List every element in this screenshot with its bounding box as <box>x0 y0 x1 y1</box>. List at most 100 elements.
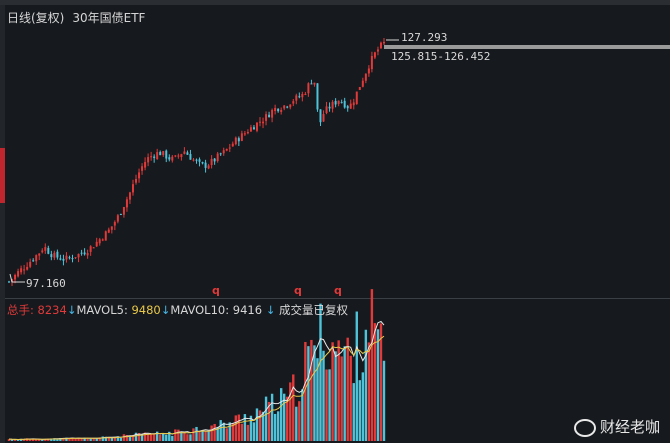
candle-body <box>89 246 92 252</box>
candle-body <box>128 192 131 200</box>
volume-bar <box>310 339 313 441</box>
candle-body <box>110 226 113 230</box>
candle-body <box>101 239 104 241</box>
candle-body <box>135 178 138 183</box>
candle-body <box>92 247 95 249</box>
candle-body <box>8 281 10 283</box>
candle-body <box>165 150 168 159</box>
candle-body <box>50 254 53 258</box>
current-range-bar <box>384 45 670 49</box>
candle-body <box>47 247 50 254</box>
candle-body <box>231 143 234 147</box>
candle-body <box>17 271 20 277</box>
candle-body <box>29 261 32 267</box>
weibo-icon <box>573 418 596 437</box>
volume-bar <box>264 396 268 441</box>
candle-body <box>292 101 295 104</box>
volume-bar <box>219 420 222 441</box>
total-value: 8234 <box>37 303 67 317</box>
volume-bar <box>273 413 277 441</box>
candle-body <box>198 159 201 162</box>
volume-bar <box>180 432 183 441</box>
volume-bar <box>213 423 216 441</box>
volume-bar <box>370 289 374 441</box>
candle-body <box>319 109 322 123</box>
candle-body <box>201 162 204 164</box>
volume-bar <box>343 346 346 441</box>
volume-bar <box>298 401 301 441</box>
candle-body <box>370 55 373 70</box>
volume-bar <box>358 380 362 441</box>
candle-body <box>243 133 246 135</box>
candle-body <box>313 82 316 85</box>
candle-body <box>210 158 213 166</box>
candle-body <box>367 68 370 74</box>
candle-body <box>352 102 355 106</box>
volume-bar <box>119 437 123 441</box>
candle-body <box>153 156 156 158</box>
volume-bar <box>204 431 207 441</box>
volume-bar <box>246 424 250 441</box>
volume-bar <box>349 355 352 441</box>
candle-body <box>156 152 159 160</box>
candle-body <box>228 147 231 149</box>
volume-bar <box>252 422 256 441</box>
candle-body <box>376 49 379 52</box>
candle-body <box>141 166 144 171</box>
volume-bar <box>207 430 210 441</box>
volume-bar <box>292 374 295 441</box>
volume-bar <box>376 329 380 441</box>
candle-body <box>65 255 68 260</box>
volume-bar <box>122 434 126 441</box>
candle-body <box>373 52 376 58</box>
candle-body <box>237 138 240 142</box>
candle-body <box>298 96 301 98</box>
down-arrow-icon: ↓ <box>66 303 77 317</box>
candle-body <box>222 150 225 154</box>
volume-bar <box>174 429 177 441</box>
volume-bar <box>346 337 349 441</box>
candle-body <box>355 91 358 104</box>
candle-body <box>234 137 237 145</box>
candle-body <box>107 229 110 233</box>
signal-marker[interactable]: q <box>212 284 220 297</box>
mavol10-label: MAVOL10: <box>170 303 230 317</box>
candle-body <box>80 252 83 254</box>
volume-bar <box>361 372 365 441</box>
kline-chart[interactable] <box>0 0 670 443</box>
candle-body <box>268 114 271 118</box>
signal-marker[interactable]: q <box>334 284 342 297</box>
candle-body <box>219 153 222 155</box>
candle-body <box>116 215 119 222</box>
volume-bar <box>307 346 310 441</box>
candle-body <box>174 155 177 157</box>
candle-body <box>361 80 364 87</box>
candle-body <box>295 95 298 101</box>
volume-bar <box>322 350 325 441</box>
candle-body <box>379 42 382 49</box>
candle-body <box>14 275 17 280</box>
candle-body <box>83 252 86 255</box>
volume-bar <box>192 428 195 441</box>
candle-body <box>316 83 319 110</box>
candle-body <box>32 260 35 262</box>
volume-bar <box>325 369 328 441</box>
signal-marker[interactable]: q <box>294 284 302 297</box>
candle-body <box>255 122 258 131</box>
volume-bar <box>295 406 298 441</box>
candle-body <box>204 162 207 168</box>
watermark-text: 财经老咖 <box>599 418 660 436</box>
candle-body <box>183 151 186 154</box>
candle-body <box>334 100 337 105</box>
down-arrow-icon: ↓ <box>160 303 171 317</box>
volume-bar <box>198 432 201 441</box>
candle-body <box>86 253 89 256</box>
volume-bar <box>301 389 304 441</box>
candle-body <box>144 162 147 168</box>
current-range-label: 125.815-126.452 <box>391 50 491 63</box>
candle-body <box>225 148 228 151</box>
candle-body <box>346 106 349 109</box>
volume-bar <box>331 342 334 441</box>
mavol-lines-layer <box>8 320 385 441</box>
candle-body <box>331 101 334 109</box>
